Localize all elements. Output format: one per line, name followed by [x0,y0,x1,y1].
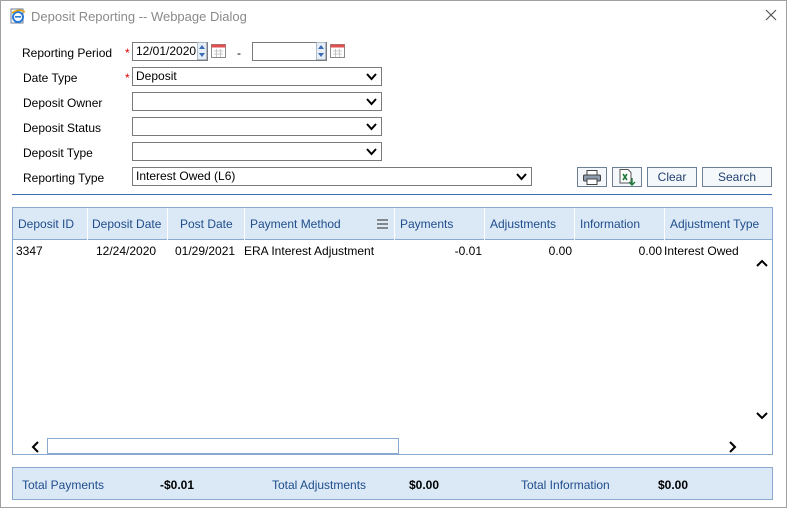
column-header-adjustment-type[interactable]: Adjustment Type [665,208,772,240]
period-start-calendar-icon[interactable] [211,44,226,58]
chevron-down-icon [366,148,377,156]
column-header-payment-method[interactable]: Payment Method [245,208,395,240]
column-header-payment-method-label: Payment Method [250,217,341,231]
cell-deposit-date: 12/24/2020 [96,244,157,258]
cell-adjustments: 0.00 [548,244,572,258]
cell-payments: -0.01 [454,244,482,258]
date-type-value: Deposit [136,69,177,83]
deposit-status-label: Deposit Status [23,121,102,135]
horizontal-scrollbar-thumb[interactable] [47,438,399,454]
clear-button[interactable]: Clear [647,167,697,187]
cell-adjustment-type: Interest Owed [664,244,739,258]
window-title: Deposit Reporting -- Webpage Dialog [31,9,247,24]
deposit-grid: Deposit ID Deposit Date Post Date Paymen… [12,207,773,455]
section-divider [12,194,772,195]
deposit-status-select[interactable] [132,117,382,136]
scroll-up-icon[interactable] [755,258,769,268]
search-button[interactable]: Search [702,167,772,187]
dialog-window: Deposit Reporting -- Webpage Dialog Repo… [0,0,787,508]
totals-bar: Total Payments -$0.01 Total Adjustments … [12,467,773,500]
column-header-payments[interactable]: Payments [395,208,485,240]
total-information-value: $0.00 [658,478,689,492]
cell-deposit-id: 3347 [16,244,43,258]
required-marker: * [125,71,130,85]
deposit-type-label: Deposit Type [23,146,93,160]
grid-header: Deposit ID Deposit Date Post Date Paymen… [13,208,772,240]
scroll-left-icon[interactable] [30,441,40,453]
chevron-down-icon [366,98,377,106]
column-header-adjustments[interactable]: Adjustments [485,208,575,240]
reporting-type-label: Reporting Type [23,171,105,185]
period-start-spinner-icon[interactable] [197,42,207,60]
period-end-spinner-icon[interactable] [316,42,326,60]
title-bar: Deposit Reporting -- Webpage Dialog [1,1,786,32]
chevron-down-icon [366,123,377,131]
total-payments-value: -$0.01 [160,478,195,492]
close-icon[interactable] [764,8,778,22]
cell-payment-method: ERA Interest Adjustment [244,244,375,258]
excel-export-icon [619,169,636,186]
column-header-deposit-date[interactable]: Deposit Date [88,208,168,240]
printer-icon [583,170,601,185]
scroll-right-icon[interactable] [728,441,738,453]
date-type-label: Date Type [23,71,78,85]
cell-information: 0.00 [638,244,662,258]
chevron-down-icon [366,73,377,81]
deposit-owner-select[interactable] [132,92,382,111]
reporting-type-value: Interest Owed (L6) [136,169,236,183]
reporting-type-select[interactable]: Interest Owed (L6) [132,167,532,186]
period-end-calendar-icon[interactable] [330,44,345,58]
deposit-type-select[interactable] [132,142,382,161]
reporting-period-label: Reporting Period [22,46,113,60]
ie-app-icon [10,8,26,24]
period-separator: - [237,46,241,60]
date-type-select[interactable]: Deposit [132,67,382,86]
cell-post-date: 01/29/2021 [175,244,236,258]
column-menu-icon[interactable] [377,219,388,229]
print-button[interactable] [577,167,607,187]
total-information-label: Total Information [521,478,610,492]
required-marker: * [125,46,130,60]
deposit-owner-label: Deposit Owner [23,96,103,110]
total-payments-label: Total Payments [22,478,105,492]
chevron-down-icon [516,173,527,181]
scroll-down-icon[interactable] [755,411,769,421]
total-adjustments-value: $0.00 [409,478,440,492]
column-header-deposit-id[interactable]: Deposit ID [13,208,88,240]
column-header-information[interactable]: Information [575,208,665,240]
total-adjustments-label: Total Adjustments [272,478,367,492]
column-header-post-date[interactable]: Post Date [168,208,245,240]
export-excel-button[interactable] [612,167,642,187]
